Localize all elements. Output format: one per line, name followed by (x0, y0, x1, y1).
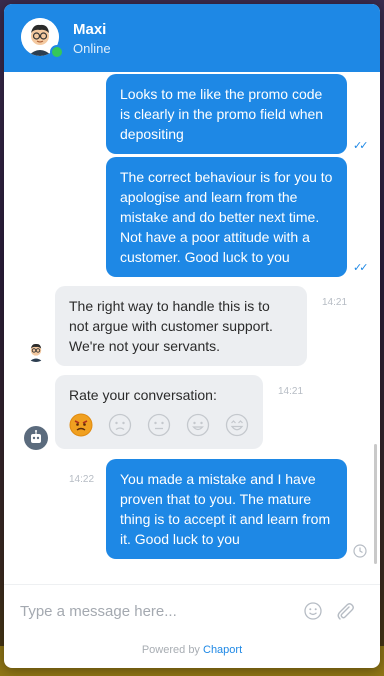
read-receipt-icon: ✓✓ (353, 262, 369, 274)
emoji-icon[interactable] (304, 602, 322, 620)
chat-widget: Maxi Online Looks to me like the promo c… (4, 4, 380, 668)
rating-card: Rate your conversation: (55, 375, 263, 449)
bot-avatar-icon (24, 426, 48, 450)
agent-mini-avatar (25, 340, 47, 362)
message-time: 14:22 (69, 474, 95, 485)
rating-title: Rate your conversation: (69, 387, 217, 403)
agent-name: Maxi (73, 21, 107, 38)
rating-angry-icon[interactable] (69, 413, 93, 437)
message-time: 14:21 (322, 297, 348, 308)
rating-sad-icon[interactable] (108, 413, 132, 437)
chat-header: Maxi Online (4, 4, 380, 72)
composer (4, 584, 380, 635)
message-bubble-outgoing: The correct behaviour is for you to apol… (106, 157, 347, 277)
online-indicator (50, 45, 64, 59)
message-bubble-outgoing: You made a mistake and I have proven tha… (106, 459, 347, 559)
message-list[interactable]: Looks to me like the promo code is clear… (4, 72, 380, 584)
rating-delighted-icon[interactable] (225, 413, 249, 437)
message-input[interactable] (18, 597, 292, 625)
message-time: 14:21 (278, 386, 304, 397)
brand-link[interactable]: Chaport (203, 644, 242, 656)
powered-by: Powered by Chaport (4, 644, 380, 656)
rating-neutral-icon[interactable] (147, 413, 171, 437)
clock-icon (353, 544, 367, 558)
rating-happy-icon[interactable] (186, 413, 210, 437)
agent-status: Online (73, 41, 111, 56)
read-receipt-icon: ✓✓ (353, 140, 369, 152)
scrollbar[interactable] (374, 444, 377, 564)
attachment-icon[interactable] (335, 601, 355, 621)
message-bubble-incoming: The right way to handle this is to not a… (55, 286, 307, 366)
powered-by-label: Powered by (141, 644, 200, 656)
message-bubble-outgoing: Looks to me like the promo code is clear… (106, 74, 347, 154)
